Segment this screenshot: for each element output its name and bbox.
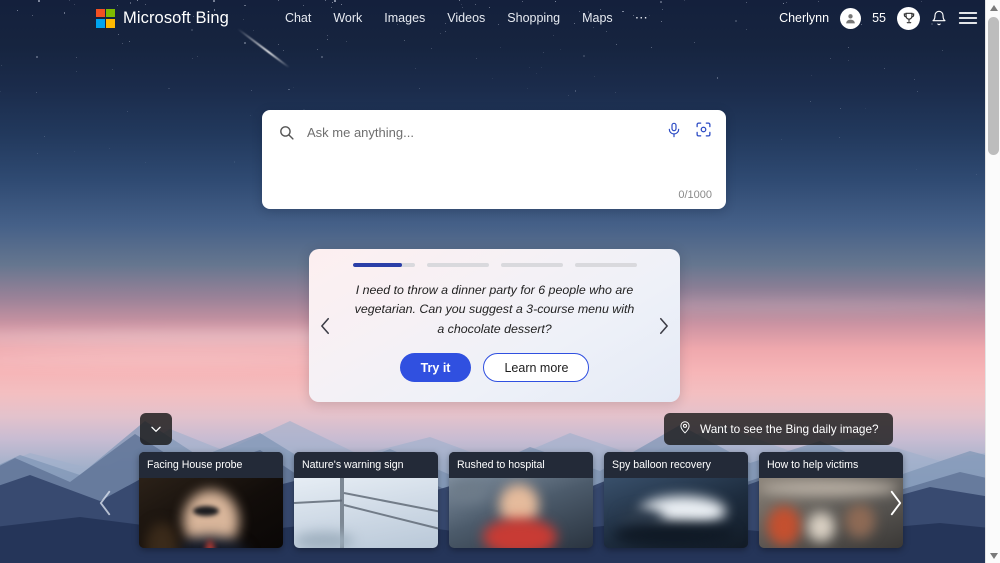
rewards-points-count: 55 <box>872 11 886 25</box>
news-card-thumbnail <box>139 478 283 548</box>
search-tools <box>666 121 712 143</box>
search-icon <box>278 124 295 141</box>
scroll-up-arrow-icon[interactable] <box>986 0 1000 15</box>
try-it-button[interactable]: Try it <box>399 353 472 383</box>
suggestion-actions: Try it Learn more <box>399 353 590 383</box>
nav-item-work[interactable]: Work <box>333 11 362 25</box>
expand-feed-button[interactable] <box>140 413 172 445</box>
search-row <box>262 110 726 154</box>
progress-segment[interactable] <box>500 263 563 267</box>
bing-brand-logo[interactable]: Microsoft Bing <box>96 8 229 28</box>
visual-search-camera-icon[interactable] <box>695 121 712 143</box>
news-card-header: Spy balloon recovery <box>604 452 748 478</box>
news-card-title: Spy balloon recovery <box>612 459 711 471</box>
search-box: 0/1000 <box>262 110 726 209</box>
daily-image-label: Want to see the Bing daily image? <box>700 422 879 436</box>
learn-more-button[interactable]: Learn more <box>483 353 590 383</box>
news-card-header: Rushed to hospital <box>449 452 593 478</box>
search-input[interactable] <box>307 124 666 140</box>
hamburger-menu-icon[interactable] <box>958 10 978 26</box>
news-strip-prev-button[interactable] <box>96 488 115 518</box>
progress-segment[interactable] <box>574 263 637 267</box>
bell-icon[interactable] <box>931 10 947 26</box>
brand-name: Microsoft Bing <box>123 8 229 27</box>
suggestion-prompt-text: I need to throw a dinner party for 6 peo… <box>354 282 635 336</box>
nav-item-videos[interactable]: Videos <box>447 11 485 25</box>
news-card[interactable]: Facing House probe <box>139 452 283 548</box>
scrollbar-thumb[interactable] <box>988 17 999 155</box>
news-card-strip: Facing House probe Nature's warning sign <box>139 452 903 548</box>
nav-item-images[interactable]: Images <box>384 11 425 25</box>
trophy-icon[interactable] <box>897 6 920 30</box>
news-card-title: How to help victims <box>767 459 859 471</box>
username-label: Cherlynn <box>779 11 830 25</box>
carousel-prev-button[interactable] <box>319 316 332 336</box>
nav-more-options-icon[interactable]: ⋯ <box>635 10 650 26</box>
location-pin-icon <box>678 420 692 439</box>
news-card-header: Nature's warning sign <box>294 452 438 478</box>
microphone-icon[interactable] <box>666 122 682 143</box>
news-card-header: How to help victims <box>759 452 903 478</box>
news-card-thumbnail <box>759 478 903 548</box>
progress-segment[interactable] <box>352 263 415 267</box>
top-navigation-bar: Microsoft Bing Chat Work Images Videos S… <box>0 0 1000 36</box>
suggestion-carousel-card: I need to throw a dinner party for 6 peo… <box>309 249 680 402</box>
page-scrollbar[interactable] <box>985 0 1000 563</box>
news-strip-next-button[interactable] <box>886 488 905 518</box>
news-card-title: Nature's warning sign <box>302 459 404 471</box>
bing-daily-image-button[interactable]: Want to see the Bing daily image? <box>664 413 893 445</box>
news-card-header: Facing House probe <box>139 452 283 478</box>
news-card-title: Rushed to hospital <box>457 459 545 471</box>
bing-homepage: Microsoft Bing Chat Work Images Videos S… <box>0 0 1000 563</box>
nav-item-chat[interactable]: Chat <box>285 11 311 25</box>
news-card-thumbnail <box>604 478 748 548</box>
progress-segment[interactable] <box>426 263 489 267</box>
news-card[interactable]: Nature's warning sign <box>294 452 438 548</box>
microsoft-logo-icon <box>96 8 115 28</box>
news-card[interactable]: How to help victims <box>759 452 903 548</box>
header-right-cluster: Cherlynn 55 <box>779 6 978 30</box>
carousel-next-button[interactable] <box>657 316 670 336</box>
scroll-down-arrow-icon[interactable] <box>986 548 1000 563</box>
character-counter: 0/1000 <box>678 189 712 201</box>
carousel-progress-indicators <box>352 263 637 267</box>
person-avatar-icon[interactable] <box>840 7 862 29</box>
main-nav: Chat Work Images Videos Shopping Maps ⋯ <box>285 10 649 26</box>
news-card-title: Facing House probe <box>147 459 243 471</box>
nav-item-maps[interactable]: Maps <box>582 11 613 25</box>
nav-item-shopping[interactable]: Shopping <box>507 11 560 25</box>
news-card-thumbnail <box>449 478 593 548</box>
news-card-thumbnail <box>294 478 438 548</box>
news-card[interactable]: Rushed to hospital <box>449 452 593 548</box>
news-card[interactable]: Spy balloon recovery <box>604 452 748 548</box>
